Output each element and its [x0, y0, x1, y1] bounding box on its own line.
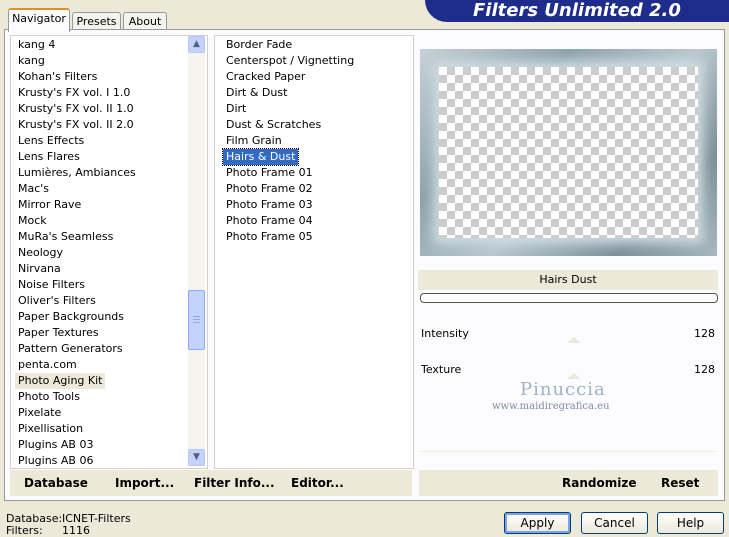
- category-item[interactable]: Photo Aging Kit: [15, 373, 106, 389]
- category-item[interactable]: Plugins AB 03: [15, 437, 96, 453]
- control-spacer: [418, 415, 718, 434]
- control-spacer: [418, 433, 718, 452]
- filters-count-label: Filters:: [6, 524, 43, 537]
- filter-item[interactable]: Photo Frame 05: [223, 229, 316, 245]
- category-item[interactable]: Pixelate: [15, 405, 64, 421]
- filter-bottom-bar: Randomize Reset: [419, 470, 718, 496]
- tab-about[interactable]: About: [123, 12, 167, 30]
- randomize-button[interactable]: Randomize: [562, 470, 636, 496]
- help-button[interactable]: Help: [657, 512, 724, 534]
- category-item[interactable]: Mock: [15, 213, 50, 229]
- category-scrollbar[interactable]: ▲ ▼: [188, 36, 205, 466]
- filter-item[interactable]: Dirt & Dust: [223, 85, 290, 101]
- reset-button[interactable]: Reset: [661, 470, 699, 496]
- watermark-url: www.maidiregrafica.eu: [492, 401, 610, 412]
- category-item[interactable]: Plugins AB 06: [15, 453, 96, 468]
- control-spacer: [418, 343, 718, 362]
- category-item[interactable]: Paper Backgrounds: [15, 309, 127, 325]
- texture-label: Texture: [421, 363, 462, 376]
- filter-item[interactable]: Film Grain: [223, 133, 285, 149]
- category-item[interactable]: Nirvana: [15, 261, 64, 277]
- category-item[interactable]: Neology: [15, 245, 66, 261]
- filter-item[interactable]: Hairs & Dust: [221, 148, 300, 166]
- import-button[interactable]: Import...: [115, 470, 174, 496]
- tab-navigator[interactable]: Navigator: [8, 8, 70, 32]
- filter-item[interactable]: Border Fade: [223, 37, 295, 53]
- category-item[interactable]: Oliver's Filters: [15, 293, 99, 309]
- category-item[interactable]: Krusty's FX vol. II 1.0: [15, 101, 137, 117]
- filter-item[interactable]: Photo Frame 04: [223, 213, 316, 229]
- category-item[interactable]: Pixellisation: [15, 421, 86, 437]
- category-item[interactable]: Kohan's Filters: [15, 69, 100, 85]
- progress-bar: [420, 293, 718, 303]
- category-item[interactable]: Noise Filters: [15, 277, 88, 293]
- database-button[interactable]: Database: [24, 470, 88, 496]
- category-item[interactable]: Lumières, Ambiances: [15, 165, 139, 181]
- category-item[interactable]: kang: [15, 53, 48, 69]
- category-item[interactable]: MuRa's Seamless: [15, 229, 116, 245]
- intensity-slider-row[interactable]: Intensity 128: [418, 325, 718, 344]
- tab-presets[interactable]: Presets: [72, 12, 121, 30]
- intensity-label: Intensity: [421, 327, 469, 340]
- filter-item[interactable]: Centerspot / Vignetting: [223, 53, 357, 69]
- category-list[interactable]: kang 4 kang Kohan's Filters Krusty's FX vol…: [10, 35, 208, 469]
- preview-transparency-checker: [439, 67, 698, 238]
- category-item[interactable]: Mac's: [15, 181, 52, 197]
- watermark-name: Pinuccia: [520, 379, 606, 400]
- filter-name-label: Hairs Dust: [418, 270, 718, 290]
- category-item[interactable]: Paper Textures: [15, 325, 102, 341]
- cancel-button[interactable]: Cancel: [581, 512, 648, 534]
- category-item[interactable]: Lens Flares: [15, 149, 83, 165]
- category-item[interactable]: penta.com: [15, 357, 80, 373]
- category-item[interactable]: Krusty's FX vol. I 1.0: [15, 85, 133, 101]
- filter-list[interactable]: Border Fade Centerspot / Vignetting Cracke…: [214, 35, 414, 469]
- category-item[interactable]: Krusty's FX vol. II 2.0: [15, 117, 137, 133]
- filter-preview: [420, 49, 717, 256]
- filter-item[interactable]: Dirt: [223, 101, 249, 117]
- filter-info-button[interactable]: Filter Info...: [194, 470, 275, 496]
- scroll-up-button[interactable]: ▲: [188, 36, 205, 53]
- filters-count-value: 1116: [62, 524, 90, 537]
- filter-item[interactable]: Photo Frame 03: [223, 197, 316, 213]
- category-item[interactable]: Lens Effects: [15, 133, 87, 149]
- filter-item[interactable]: Cracked Paper: [223, 69, 308, 85]
- texture-slider-row[interactable]: Texture 128: [418, 361, 718, 380]
- filter-item[interactable]: Photo Frame 02: [223, 181, 316, 197]
- scroll-thumb[interactable]: [188, 290, 205, 350]
- category-item[interactable]: Mirror Rave: [15, 197, 84, 213]
- filter-item[interactable]: Photo Frame 01: [223, 165, 316, 181]
- app-title-banner: Filters Unlimited 2.0: [425, 0, 729, 22]
- editor-button[interactable]: Editor...: [291, 470, 344, 496]
- texture-value: 128: [694, 363, 715, 376]
- intensity-value: 128: [694, 327, 715, 340]
- filter-item[interactable]: Dust & Scratches: [223, 117, 324, 133]
- navigator-bottom-bar: Database Import... Filter Info... Editor…: [10, 470, 412, 496]
- app-title: Filters Unlimited 2.0: [473, 0, 681, 21]
- category-item[interactable]: Photo Tools: [15, 389, 83, 405]
- apply-button[interactable]: Apply: [504, 512, 571, 534]
- control-spacer: [418, 307, 718, 326]
- scroll-down-button[interactable]: ▼: [188, 449, 205, 466]
- category-item[interactable]: kang 4: [15, 37, 58, 53]
- category-item[interactable]: Pattern Generators: [15, 341, 126, 357]
